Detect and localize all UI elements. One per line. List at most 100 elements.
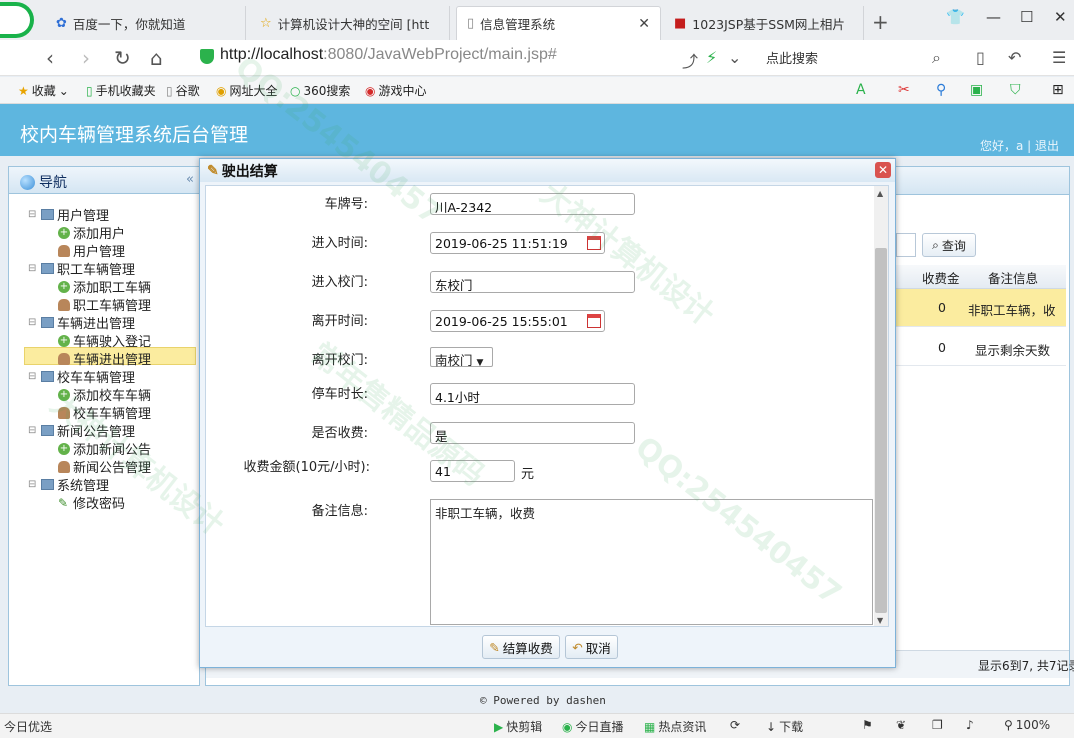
tree-item-add-school-bus[interactable]: + 添加校车车辆 xyxy=(58,385,151,404)
undo-icon[interactable]: ↶ xyxy=(1008,48,1021,67)
tree-item-inout-list[interactable]: 车辆进出管理 xyxy=(58,349,151,368)
leaf-icon[interactable]: ❦ xyxy=(896,718,906,732)
tree-item-user-list[interactable]: 用户管理 xyxy=(58,241,125,260)
bookmark-sites[interactable]: ◉ 网址大全 xyxy=(216,82,278,99)
enter-gate-label: 进入校门: xyxy=(311,275,368,290)
collapse-toggle-icon[interactable]: ⊟ xyxy=(28,209,38,220)
duration-field[interactable]: 4.1小时 xyxy=(430,383,635,405)
leave-time-field[interactable]: 2019-06-25 15:55:01 xyxy=(430,310,605,332)
tree-item-add-news[interactable]: + 添加新闻公告 xyxy=(58,439,151,458)
status-item-download[interactable]: ↓ 下载 xyxy=(766,718,803,735)
reload-icon[interactable]: ↻ xyxy=(114,46,131,70)
refresh-icon[interactable]: ⟳ xyxy=(730,718,740,732)
tree-node-vehicle-inout[interactable]: ⊟ 车辆进出管理 xyxy=(28,313,135,332)
grid-header-fee[interactable]: 收费金 xyxy=(922,268,960,287)
tree-item-staff-vehicle-list[interactable]: 职工车辆管理 xyxy=(58,295,151,314)
grid-icon[interactable]: ⊞ xyxy=(1052,82,1064,98)
scroll-down-icon[interactable]: ▼ xyxy=(877,616,883,625)
tree-label: 修改密码 xyxy=(73,497,126,512)
status-item-news[interactable]: ▦ 热点资讯 xyxy=(644,718,706,735)
enter-gate-field[interactable]: 东校门 xyxy=(430,271,635,293)
tab-jsp-project[interactable]: ■ 1023JSP基于SSM网上相片 xyxy=(664,6,864,40)
tree-node-system[interactable]: ⊟ 系统管理 xyxy=(28,475,109,494)
shield-icon[interactable]: ⛉ xyxy=(1010,82,1021,98)
bookmark-360[interactable]: ○ 360搜索 xyxy=(290,82,350,99)
plate-field[interactable]: 川A-2342 xyxy=(430,193,635,215)
new-tab-icon[interactable]: + xyxy=(872,10,889,34)
flag-icon[interactable]: ⚑ xyxy=(862,718,873,732)
scrollbar-thumb[interactable] xyxy=(875,248,887,613)
collapse-toggle-icon[interactable]: ⊟ xyxy=(28,263,38,274)
cancel-button[interactable]: ↶ 取消 xyxy=(565,635,618,659)
lightning-icon[interactable]: ⚡ xyxy=(706,48,717,67)
chat-icon[interactable]: ▣ xyxy=(970,82,983,98)
url-field[interactable]: http://localhost:8080/JavaWebProject/mai… xyxy=(220,46,557,64)
home-icon[interactable]: ⌂ xyxy=(150,46,163,70)
bookmark-games[interactable]: ◉ 游戏中心 xyxy=(365,82,427,99)
status-label: 快剪辑 xyxy=(506,720,543,734)
close-tab-icon[interactable]: ✕ xyxy=(638,16,650,32)
collapse-toggle-icon[interactable]: ⊟ xyxy=(28,479,38,490)
grid-header-remark[interactable]: 备注信息 xyxy=(988,268,1038,287)
collapse-toggle-icon[interactable]: ⊟ xyxy=(28,371,38,382)
scissors-icon[interactable]: ✂ xyxy=(898,82,910,98)
collapse-toggle-icon[interactable]: ⊟ xyxy=(28,425,38,436)
tree-node-staff-vehicle[interactable]: ⊟ 职工车辆管理 xyxy=(28,259,135,278)
maximize-icon[interactable]: ☐ xyxy=(1020,8,1033,26)
translate-icon[interactable]: A xyxy=(856,82,866,98)
tree-item-news-list[interactable]: 新闻公告管理 xyxy=(58,457,151,476)
remark-textarea[interactable]: 非职工车辆，收费 xyxy=(430,499,873,625)
back-icon[interactable]: ‹ xyxy=(46,46,54,70)
monitor-icon xyxy=(41,479,54,490)
bookmark-google[interactable]: ▯ 谷歌 xyxy=(166,82,200,99)
tree-item-add-staff-vehicle[interactable]: + 添加职工车辆 xyxy=(58,277,151,296)
charged-field[interactable]: 是 xyxy=(430,422,635,444)
minimize-icon[interactable]: — xyxy=(986,8,1001,26)
window-icon[interactable]: ❐ xyxy=(932,718,943,732)
volume-icon[interactable]: ♪ xyxy=(966,718,974,732)
tab-designer-space[interactable]: ☆ 计算机设计大神的空间 [htt xyxy=(250,6,450,40)
monitor-icon xyxy=(41,317,54,328)
tree-item-school-bus-list[interactable]: 校车车辆管理 xyxy=(58,403,151,422)
status-today-picks[interactable]: 今日优选 xyxy=(4,718,52,735)
share-icon[interactable]: ⤴ xyxy=(682,48,698,72)
status-item-live[interactable]: ◉ 今日直播 xyxy=(562,718,624,735)
tree-item-entry-register[interactable]: + 车辆驶入登记 xyxy=(58,331,151,350)
tab-info-system[interactable]: ▯ 信息管理系统 ✕ xyxy=(456,6,661,40)
fee-field[interactable]: 41 xyxy=(430,460,515,482)
status-item-clip[interactable]: ▶ 快剪辑 xyxy=(494,718,542,735)
leave-gate-select[interactable]: 南校门 ▼ xyxy=(430,347,493,368)
zoom-control[interactable]: ⚲ 100% xyxy=(1004,718,1050,732)
dialog-close-icon[interactable]: ✕ xyxy=(875,162,891,178)
tree-node-news[interactable]: ⊟ 新闻公告管理 xyxy=(28,421,135,440)
collapse-icon[interactable]: « xyxy=(186,172,194,187)
search-icon[interactable]: ⌕ xyxy=(932,48,941,68)
menu-icon[interactable]: ☰ xyxy=(1052,48,1066,67)
settle-button[interactable]: ✎ 结算收费 xyxy=(482,635,560,659)
bookmark-favorites[interactable]: ★ 收藏 ⌄ xyxy=(18,82,69,99)
tree-label: 职工车辆管理 xyxy=(57,263,136,278)
bookmark-mobile[interactable]: ▯ 手机收藏夹 xyxy=(86,82,156,99)
calendar-icon[interactable] xyxy=(587,314,601,328)
tab-baidu[interactable]: ✿ 百度一下，你就知道 xyxy=(46,6,246,40)
tree-node-school-bus[interactable]: ⊟ 校车车辆管理 xyxy=(28,367,135,386)
chevron-down-icon[interactable]: ⌄ xyxy=(728,48,741,67)
close-window-icon[interactable]: ✕ xyxy=(1054,8,1067,26)
phone-icon[interactable]: ▯ xyxy=(976,48,985,67)
tree-label: 车辆进出管理 xyxy=(57,317,136,332)
enter-time-field[interactable]: 2019-06-25 11:51:19 xyxy=(430,232,605,254)
query-button[interactable]: ⌕ 查询 xyxy=(922,233,976,257)
logout-link[interactable]: 退出 xyxy=(1035,139,1059,153)
query-input[interactable] xyxy=(896,233,916,257)
collapse-toggle-icon[interactable]: ⊟ xyxy=(28,317,38,328)
dialog-header[interactable] xyxy=(200,159,895,182)
magnifier-icon[interactable]: ⚲ xyxy=(936,82,946,98)
tree-item-change-password[interactable]: ✎ 修改密码 xyxy=(58,493,126,513)
shirt-icon[interactable]: 👕 xyxy=(946,8,965,26)
forward-icon[interactable]: › xyxy=(82,46,90,70)
calendar-icon[interactable] xyxy=(587,236,601,250)
scroll-up-icon[interactable]: ▲ xyxy=(877,189,883,198)
tree-node-user-mgmt[interactable]: ⊟ 用户管理 xyxy=(28,205,109,224)
tree-item-add-user[interactable]: + 添加用户 xyxy=(58,223,125,242)
browser-search-input[interactable]: 点此搜索 xyxy=(766,48,818,67)
